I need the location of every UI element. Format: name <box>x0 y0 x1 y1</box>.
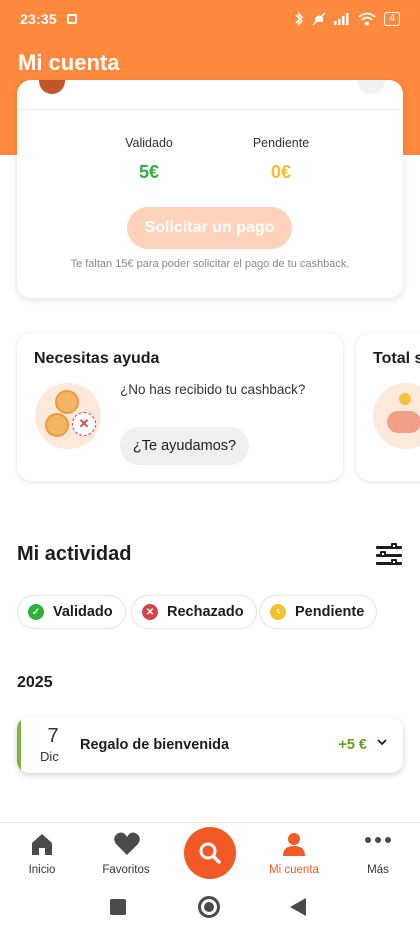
payment-threshold-note: Te faltan 15€ para poder solicitar el pa… <box>70 258 350 270</box>
validated-label: Validado <box>125 136 173 150</box>
coin-icon <box>55 390 79 414</box>
bluetooth-icon <box>294 12 304 26</box>
nav-item-home[interactable]: Inicio <box>0 823 84 887</box>
nav-label: Favoritos <box>102 864 150 876</box>
app-screen: 23:35 4 Mi cuenta Validado 5€ Pendiente … <box>0 0 420 933</box>
bottom-navigation: Inicio Favoritos Mi cuenta Más <box>0 822 420 886</box>
filter-chip-label: Pendiente <box>295 604 365 620</box>
home-icon <box>29 831 55 857</box>
x-icon: ✕ <box>142 604 158 620</box>
activity-month: Dic <box>40 749 59 764</box>
battery-icon: 4 <box>384 12 400 26</box>
system-navigation-bar <box>0 886 420 933</box>
filter-icon[interactable] <box>376 543 404 568</box>
validated-amount: 5€ <box>138 162 160 182</box>
help-card[interactable]: Necesitas ayuda ✕ ¿No has recibido tu ca… <box>17 333 343 481</box>
activity-row[interactable]: 7 Dic Regalo de bienvenida +5 € <box>17 717 403 773</box>
notification-icon <box>66 14 77 24</box>
total-card[interactable]: Total s <box>356 333 420 481</box>
activity-day: 7 <box>47 725 59 747</box>
check-icon: ✓ <box>28 604 44 620</box>
balance-card: Validado 5€ Pendiente 0€ Solicitar un pa… <box>17 80 403 298</box>
status-accent <box>17 717 21 773</box>
avatar[interactable] <box>39 80 65 94</box>
pending-amount: 0€ <box>270 162 292 182</box>
request-payment-button[interactable]: Solicitar un pago <box>127 207 292 249</box>
status-icons: 4 <box>294 12 400 26</box>
recent-apps-button[interactable] <box>110 899 126 915</box>
activity-title: Mi actividad <box>17 543 132 565</box>
heart-icon <box>113 831 140 857</box>
coin-icon <box>45 413 69 437</box>
x-icon: ✕ <box>72 412 96 436</box>
pending-balance: Pendiente 0€ <box>221 136 341 183</box>
filter-chip-validated[interactable]: ✓ Validado <box>17 595 126 629</box>
help-title: Necesitas ayuda <box>34 350 160 367</box>
piggy-bank-icon <box>373 383 420 449</box>
page-title: Mi cuenta <box>18 50 120 75</box>
activity-title-text: Regalo de bienvenida <box>80 737 230 753</box>
nav-item-search[interactable] <box>168 823 252 887</box>
status-bar: 23:35 4 <box>0 0 420 38</box>
profile-action-button[interactable] <box>357 80 385 94</box>
coin-icon <box>399 393 411 405</box>
nav-item-more[interactable]: Más <box>336 823 420 887</box>
home-button[interactable] <box>198 896 220 918</box>
user-icon <box>281 831 307 857</box>
profile-strip <box>17 80 403 110</box>
nav-item-account[interactable]: Mi cuenta <box>252 823 336 887</box>
wifi-icon <box>358 12 377 26</box>
validated-balance: Validado 5€ <box>89 136 209 183</box>
back-button[interactable] <box>290 898 306 916</box>
filter-chip-rejected[interactable]: ✕ Rechazado <box>131 595 257 629</box>
search-button[interactable] <box>184 827 236 879</box>
total-title: Total s <box>373 350 420 367</box>
signal-icon <box>334 13 350 25</box>
missing-cashback-illustration-icon: ✕ <box>35 383 101 449</box>
filter-chip-pending[interactable]: Pendiente <box>259 595 378 629</box>
help-question: ¿No has recibido tu cashback? <box>120 382 306 397</box>
filter-chip-label: Validado <box>53 604 113 620</box>
nav-label: Inicio <box>28 864 56 876</box>
nav-item-favorites[interactable]: Favoritos <box>84 823 168 887</box>
year-heading: 2025 <box>17 674 53 691</box>
mute-icon <box>312 12 326 26</box>
piggy-body <box>387 411 420 433</box>
clock-icon <box>270 604 286 620</box>
status-time: 23:35 <box>20 11 57 27</box>
activity-amount: +5 € <box>338 737 367 753</box>
filter-chip-label: Rechazado <box>167 604 244 620</box>
help-button[interactable]: ¿Te ayudamos? <box>120 427 249 465</box>
search-icon <box>199 842 221 864</box>
chevron-down-icon[interactable] <box>377 735 387 749</box>
more-icon <box>365 837 391 843</box>
nav-label: Más <box>367 864 389 876</box>
nav-label: Mi cuenta <box>269 864 319 876</box>
pending-label: Pendiente <box>252 136 310 150</box>
